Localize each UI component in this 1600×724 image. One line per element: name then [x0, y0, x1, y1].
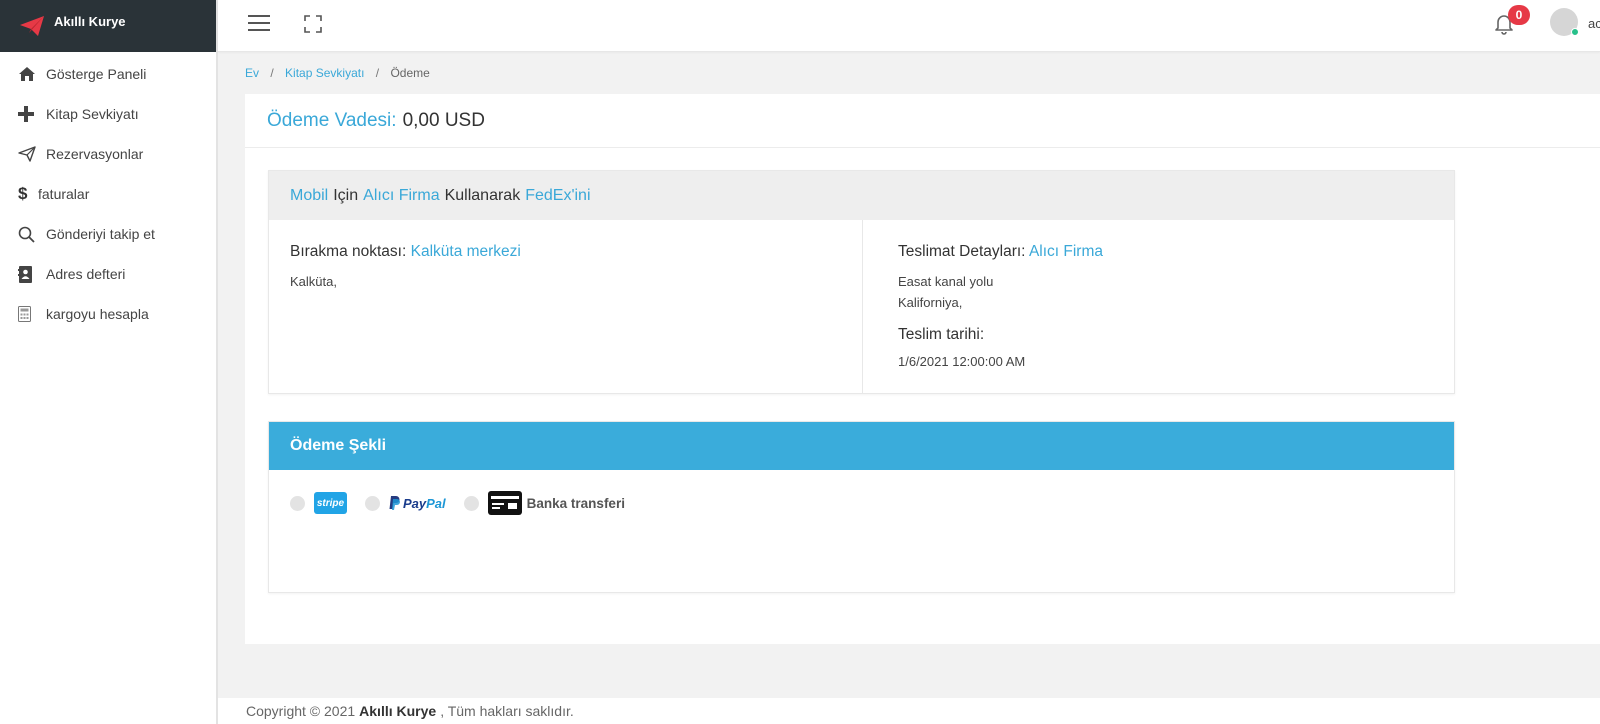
- footer-rights: , Tüm hakları saklıdır.: [440, 703, 574, 719]
- sidebar-item-book-shipment[interactable]: Kitap Sevkiyatı: [0, 94, 216, 134]
- sidebar-item-label: Gösterge Paneli: [46, 66, 147, 82]
- payment-method-options: stripe Pay Pal Banka transferi: [269, 470, 1454, 515]
- payment-due-header: Ödeme Vadesi: 0,00 USD: [245, 94, 1600, 148]
- breadcrumb-current: Ödeme: [390, 66, 430, 80]
- breadcrumb: Ev / Kitap Sevkiyatı / Ödeme: [245, 66, 430, 80]
- shipment-summary-title: Mobil Için Alıcı Firma Kullanarak FedEx'…: [269, 171, 1454, 220]
- sidebar-item-invoices[interactable]: $ faturalar: [0, 174, 216, 214]
- sidebar-item-dashboard[interactable]: Gösterge Paneli: [0, 54, 216, 94]
- brand-name: Akıllı Kurye: [54, 13, 126, 29]
- avatar[interactable]: [1550, 8, 1579, 36]
- shipment-details-panel: Mobil Için Alıcı Firma Kullanarak FedEx'…: [268, 170, 1455, 394]
- bank-card-icon: [487, 491, 522, 515]
- paypal-radio[interactable]: [365, 495, 380, 511]
- delivery-address: Easat kanal yolu Kaliforniya,: [898, 271, 1420, 313]
- title-word: Için: [333, 186, 359, 204]
- delivery-address-line: Kaliforniya,: [898, 295, 963, 310]
- delivery-column: Teslimat Detayları: Alıcı Firma Easat ka…: [863, 220, 1455, 393]
- payment-option-paypal[interactable]: Pay Pal: [365, 495, 446, 511]
- notification-badge: 0: [1508, 5, 1530, 25]
- paypal-text-pay: Pay: [403, 495, 427, 511]
- payment-card: Ödeme Vadesi: 0,00 USD Mobil Için Alıcı …: [245, 94, 1600, 644]
- dollar-icon: $: [18, 184, 28, 203]
- sidebar: Akıllı Kurye Gösterge Paneli Kitap Sevki…: [0, 0, 218, 724]
- payment-option-bank-transfer[interactable]: Banka transferi: [463, 491, 625, 515]
- breadcrumb-home[interactable]: Ev: [245, 66, 259, 80]
- delivery-date-label: Teslim tarihi:: [898, 326, 985, 343]
- sidebar-item-label: faturalar: [38, 186, 90, 202]
- brand[interactable]: Akıllı Kurye: [0, 0, 216, 52]
- payment-option-stripe[interactable]: stripe: [290, 492, 347, 514]
- stripe-radio[interactable]: [290, 495, 305, 511]
- delivery-date: 1/6/2021 12:00:00 AM: [898, 354, 1026, 369]
- payment-due-value: 0,00 USD: [402, 109, 485, 131]
- pickup-title: Bırakma noktası: Kalküta merkezi: [290, 243, 841, 261]
- stripe-logo-icon: stripe: [314, 492, 347, 514]
- delivery-name: Alıcı Firma: [1028, 243, 1103, 260]
- calculator-icon: [18, 306, 46, 322]
- home-icon: [18, 66, 46, 82]
- address-book-icon: [18, 265, 46, 283]
- payment-method-title: Ödeme Şekli: [269, 422, 1454, 470]
- delivery-label: Teslimat Detayları:: [898, 243, 1026, 260]
- paper-plane-icon: [18, 146, 46, 162]
- breadcrumb-separator: /: [375, 66, 380, 80]
- title-word: Kullanarak: [444, 186, 521, 204]
- footer-brand: Akıllı Kurye: [359, 703, 437, 719]
- fullscreen-icon[interactable]: [304, 15, 322, 33]
- sidebar-item-address-book[interactable]: Adres defteri: [0, 254, 216, 294]
- sidebar-item-label: Rezervasyonlar: [46, 146, 144, 162]
- paper-plane-logo-icon: [20, 16, 44, 36]
- payment-due-label: Ödeme Vadesi:: [267, 109, 397, 131]
- sidebar-item-label: Adres defteri: [46, 266, 126, 282]
- pickup-address: Kalküta,: [290, 274, 337, 289]
- sidebar-item-track-shipment[interactable]: Gönderiyi takip et: [0, 214, 216, 254]
- plus-icon: [18, 106, 46, 122]
- username[interactable]: ac: [1588, 16, 1600, 31]
- pickup-label: Bırakma noktası:: [290, 243, 407, 260]
- sidebar-item-label: Kitap Sevkiyatı: [46, 106, 139, 122]
- breadcrumb-book-shipment[interactable]: Kitap Sevkiyatı: [285, 66, 364, 80]
- breadcrumb-separator: /: [270, 66, 274, 80]
- sidebar-menu: Gösterge Paneli Kitap Sevkiyatı Rezervas…: [0, 52, 216, 334]
- sidebar-item-reservations[interactable]: Rezervasyonlar: [0, 134, 216, 174]
- pickup-column: Bırakma noktası: Kalküta merkezi Kalküta…: [269, 220, 863, 393]
- bank-transfer-label: Banka transferi: [526, 495, 625, 511]
- sidebar-item-label: kargoyu hesapla: [46, 306, 149, 322]
- service-name: Mobil: [290, 186, 329, 204]
- hamburger-menu-icon[interactable]: [248, 14, 270, 32]
- delivery-title: Teslimat Detayları: Alıcı Firma: [898, 243, 1420, 261]
- delivery-address-line: Easat kanal yolu: [898, 274, 994, 289]
- copyright-text: Copyright © 2021: [246, 703, 356, 719]
- sidebar-item-calculate-cargo[interactable]: kargoyu hesapla: [0, 294, 216, 334]
- carrier-name: FedEx'ini: [525, 186, 591, 204]
- footer: Copyright © 2021 Akıllı Kurye , Tüm hakl…: [218, 698, 1600, 724]
- sidebar-item-label: Gönderiyi takip et: [46, 226, 155, 242]
- paypal-logo-icon: Pay Pal: [389, 496, 446, 511]
- topbar: 0 ac: [218, 0, 1600, 52]
- search-icon: [18, 226, 46, 243]
- paypal-text-pal: Pal: [426, 495, 446, 511]
- bank-transfer-radio[interactable]: [463, 495, 479, 511]
- payment-method-panel: Ödeme Şekli stripe Pay Pal Banka transfe…: [268, 421, 1455, 593]
- pickup-name: Kalküta merkezi: [410, 243, 521, 260]
- receiver-name: Alıcı Firma: [363, 186, 440, 204]
- online-status-dot: [1571, 28, 1579, 36]
